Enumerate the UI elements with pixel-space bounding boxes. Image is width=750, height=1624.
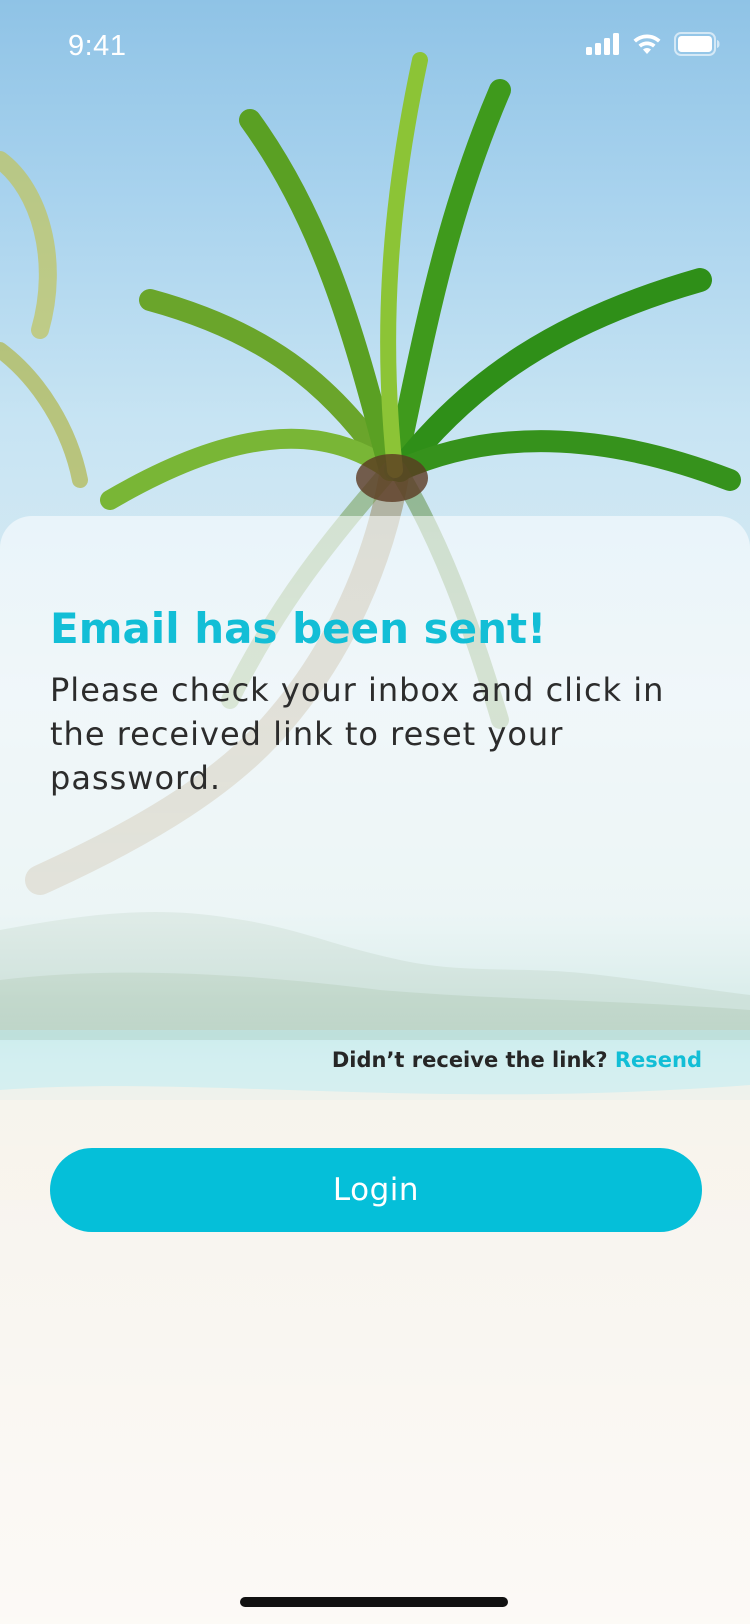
login-button[interactable]: Login: [50, 1148, 702, 1232]
status-icons: [586, 32, 720, 60]
page-title: Email has been sent!: [50, 604, 547, 653]
resend-link[interactable]: Resend: [615, 1048, 702, 1072]
instruction-message: Please check your inbox and click in the…: [50, 671, 665, 797]
resend-row: Didn’t receive the link? Resend: [332, 1046, 702, 1074]
resend-prompt: Didn’t receive the link?: [331, 1048, 615, 1072]
cellular-signal-icon: [586, 33, 620, 59]
battery-icon: [674, 32, 720, 60]
home-indicator: [240, 1597, 508, 1607]
wifi-icon: [632, 33, 662, 59]
status-time: 9:41: [68, 30, 127, 62]
status-bar: 9:41: [0, 0, 750, 96]
